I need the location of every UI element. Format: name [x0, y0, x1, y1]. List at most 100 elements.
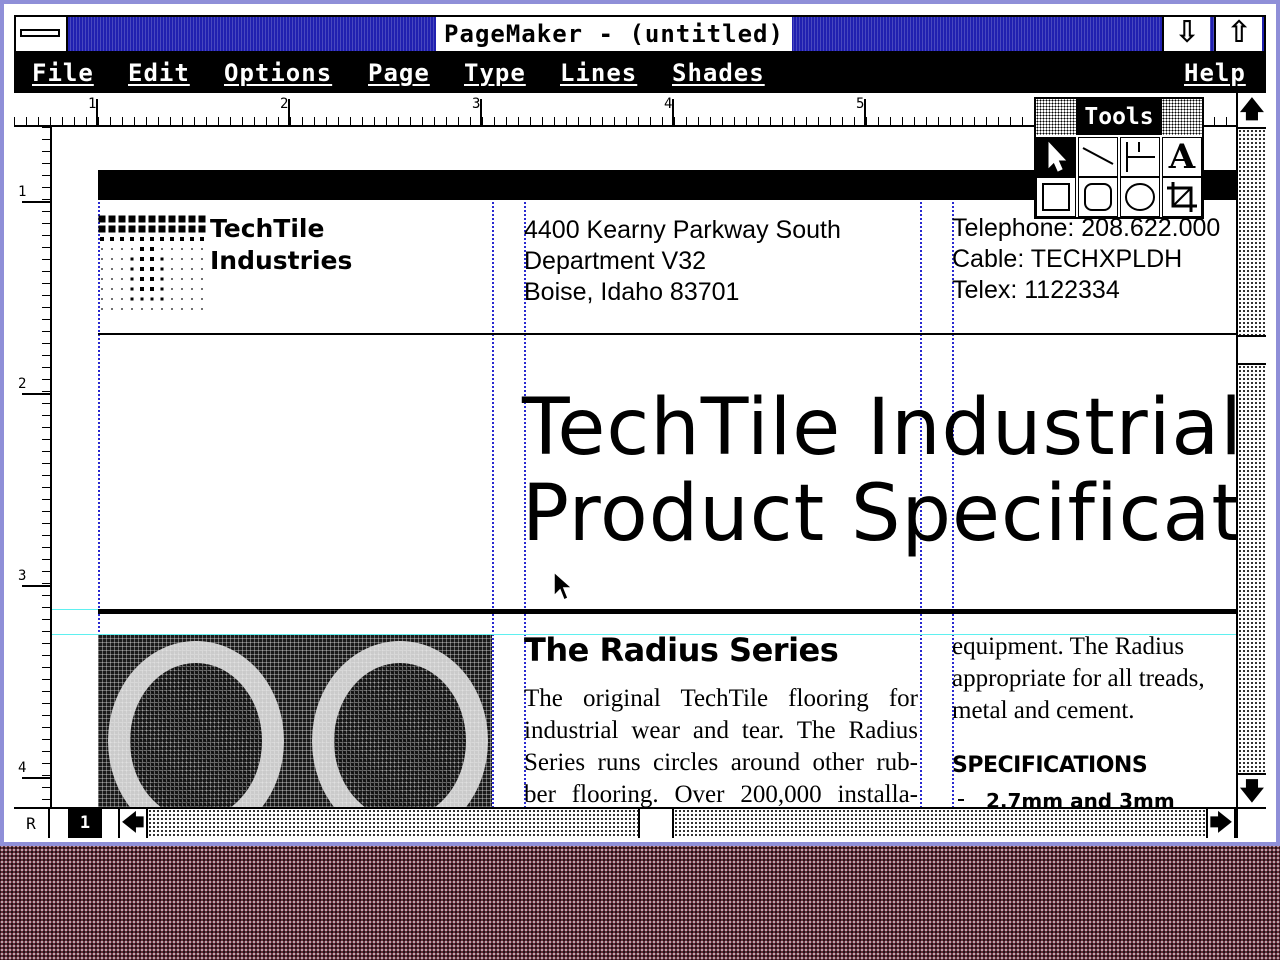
text-tool[interactable]: A — [1162, 137, 1202, 177]
headline[interactable]: TechTile Industrial Product Specificatio — [522, 385, 1236, 557]
logo-dot — [121, 308, 123, 310]
logo-dot — [150, 247, 154, 251]
toolbox-palette[interactable]: Tools A — [1034, 97, 1204, 219]
logo-dot — [181, 308, 183, 310]
header-divider[interactable] — [98, 333, 1236, 335]
text-tool-icon: A — [1168, 137, 1196, 177]
logo-dot — [141, 308, 143, 310]
logo-dot — [111, 258, 113, 260]
menu-shades[interactable]: Shades — [672, 53, 765, 93]
logo-dot — [108, 215, 116, 223]
rounded-box-tool[interactable] — [1078, 177, 1118, 217]
techtile-logo-icon[interactable] — [98, 215, 208, 315]
address-line: Boise, Idaho 83701 — [524, 278, 740, 306]
logo-dot — [101, 308, 103, 310]
logo-dot — [201, 298, 203, 300]
menu-page[interactable]: Page — [368, 53, 430, 93]
square-corner-box-tool[interactable] — [1036, 177, 1076, 217]
menu-edit[interactable]: Edit — [128, 53, 190, 93]
product-photo[interactable] — [98, 635, 492, 807]
logo-dot — [130, 297, 134, 301]
logo-dot — [121, 258, 123, 260]
section-divider[interactable] — [98, 609, 1236, 614]
toolbox-title: Tools — [1084, 104, 1154, 130]
menu-file[interactable]: File — [32, 53, 94, 93]
minimize-button[interactable]: ⇩ — [1162, 17, 1210, 51]
logo-dot — [171, 308, 173, 310]
logo-dot — [160, 257, 164, 261]
horizontal-scroll-thumb[interactable] — [638, 809, 674, 838]
ruler-tick — [22, 585, 50, 587]
logo-dot — [158, 225, 166, 233]
arrow-down-icon: 🡇 — [1239, 777, 1265, 805]
logo-dot — [180, 237, 184, 241]
logo-dot — [161, 248, 163, 250]
company-line2: Industries — [210, 246, 353, 275]
logo-dot — [191, 308, 193, 310]
menu-options[interactable]: Options — [224, 53, 332, 93]
ruler-mark: 3 — [472, 96, 481, 112]
bullet-dash — [958, 799, 964, 801]
spec-item[interactable]: 2.7mm and 3mm — [986, 789, 1175, 807]
specifications-heading[interactable]: SPECIFICATIONS — [952, 753, 1148, 778]
horizontal-scroll-track[interactable] — [148, 809, 638, 838]
crop-icon — [1167, 182, 1197, 212]
logo-dot — [160, 297, 164, 301]
logo-dot — [131, 308, 133, 310]
diagonal-line-tool[interactable] — [1078, 137, 1118, 177]
headline-line1: TechTile Industrial — [522, 383, 1236, 473]
crop-tool[interactable] — [1162, 177, 1202, 217]
contact-block[interactable]: Telephone: 208.622.000 Cable: TECHXPLDH … — [952, 213, 1220, 306]
pointer-tool[interactable] — [1036, 137, 1076, 177]
logo-dot — [181, 278, 183, 280]
oval-tool[interactable] — [1120, 177, 1160, 217]
body-text-column2[interactable]: The original TechTile flooring for indus… — [524, 683, 918, 807]
column-guide — [492, 202, 494, 807]
vertical-scrollbar[interactable]: 🡅 🡇 — [1236, 93, 1266, 809]
logo-dot — [118, 215, 126, 223]
logo-dot — [170, 237, 174, 241]
arrow-right-icon: 🡆 — [1209, 811, 1233, 836]
company-name[interactable]: TechTile Industries — [210, 213, 352, 277]
toolbox-drag-pattern — [1036, 99, 1076, 135]
perpendicular-line-tool[interactable] — [1120, 137, 1160, 177]
menu-help[interactable]: Help — [1184, 53, 1246, 93]
toolbox-drag-pattern — [1162, 99, 1202, 135]
scroll-track[interactable] — [1238, 129, 1266, 335]
logo-dot — [188, 225, 196, 233]
system-menu-button[interactable] — [16, 17, 68, 51]
logo-dot — [140, 297, 144, 301]
ring-graphic — [312, 641, 488, 807]
vertical-ruler[interactable]: 1 2 3 4 — [14, 127, 52, 807]
scroll-thumb[interactable] — [1238, 335, 1266, 365]
scroll-right-button[interactable]: 🡆 — [1206, 809, 1236, 838]
toolbox-header[interactable]: Tools — [1036, 99, 1202, 135]
menu-lines[interactable]: Lines — [560, 53, 637, 93]
body-text-column3[interactable]: equipment. The Radius appropriate for al… — [952, 631, 1236, 727]
maximize-button[interactable]: ⇧ — [1214, 17, 1262, 51]
logo-dot — [101, 258, 103, 260]
section-title[interactable]: The Radius Series — [524, 631, 839, 669]
scroll-up-button[interactable]: 🡅 — [1238, 93, 1266, 129]
scroll-down-button[interactable]: 🡇 — [1238, 773, 1266, 809]
horizontal-scroll-track[interactable] — [674, 809, 1206, 838]
logo-dot — [150, 287, 154, 291]
perpendicular-line-icon — [1126, 142, 1155, 172]
scroll-track[interactable] — [1238, 365, 1266, 773]
logo-dot — [98, 215, 106, 223]
logo-dot — [181, 298, 183, 300]
ruler-origin-button[interactable]: R — [14, 809, 50, 838]
ruler-mark: 2 — [280, 96, 289, 112]
page-canvas[interactable]: TechTile Industries 4400 Kearny Parkway … — [52, 127, 1236, 807]
logo-dot — [118, 225, 126, 233]
scroll-left-button[interactable]: 🡄 — [118, 809, 148, 838]
menu-type[interactable]: Type — [464, 53, 526, 93]
logo-dot — [178, 215, 186, 223]
page-icon-1[interactable]: 1 — [68, 809, 102, 838]
logo-dot — [130, 257, 134, 261]
logo-dot — [110, 237, 114, 241]
logo-dot — [98, 225, 106, 233]
logo-dot — [150, 257, 154, 261]
logo-dot — [191, 248, 193, 250]
address-block[interactable]: 4400 Kearny Parkway South Department V32… — [524, 215, 841, 308]
